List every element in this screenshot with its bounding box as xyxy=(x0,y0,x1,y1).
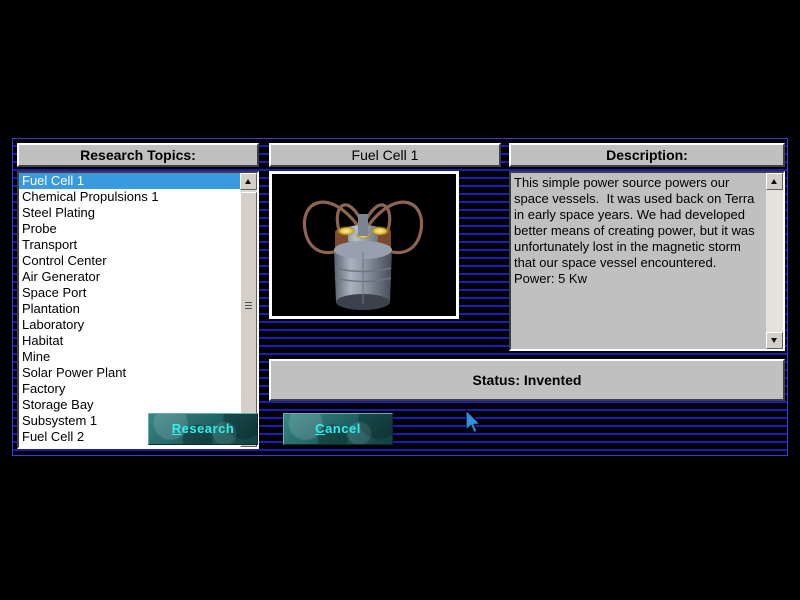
list-item[interactable]: Laboratory xyxy=(19,317,240,333)
status-panel: Status: Invented xyxy=(269,359,785,401)
topics-scroll-up-button[interactable] xyxy=(240,173,257,190)
research-topics-caption: Research Topics: xyxy=(17,143,259,167)
topics-scrollbar-thumb[interactable] xyxy=(240,192,257,420)
grip-icon xyxy=(245,302,252,311)
selected-item-caption: Fuel Cell 1 xyxy=(269,143,501,167)
list-item[interactable]: Space Port xyxy=(19,285,240,301)
research-topics-listbox[interactable]: Fuel Cell 1 Chemical Propulsions 1 Steel P… xyxy=(17,171,259,449)
list-item[interactable]: Control Center xyxy=(19,253,240,269)
topics-scrollbar[interactable] xyxy=(240,173,257,447)
description-scroll-up-button[interactable] xyxy=(766,173,783,190)
list-item[interactable]: Chemical Propulsions 1 xyxy=(19,189,240,205)
list-item[interactable]: Habitat xyxy=(19,333,240,349)
list-item[interactable]: Transport xyxy=(19,237,240,253)
research-button-label: esearch xyxy=(181,421,235,436)
description-panel: This simple power source powers our spac… xyxy=(509,171,785,351)
research-button-accel: R xyxy=(171,421,182,436)
triangle-up-icon xyxy=(245,179,251,184)
list-item[interactable]: Steel Plating xyxy=(19,205,240,221)
research-dialog: Research Topics: Fuel Cell 1 Description… xyxy=(12,138,788,456)
research-button[interactable]: Research xyxy=(148,413,258,445)
description-scroll-down-button[interactable] xyxy=(766,332,783,349)
list-item[interactable]: Probe xyxy=(19,221,240,237)
cancel-button-label: ancel xyxy=(325,421,361,436)
list-item[interactable]: Factory xyxy=(19,381,240,397)
list-item[interactable]: Plantation xyxy=(19,301,240,317)
item-preview-image xyxy=(272,174,456,316)
description-scrollbar[interactable] xyxy=(766,173,783,349)
list-item[interactable]: Air Generator xyxy=(19,269,240,285)
triangle-down-icon xyxy=(771,338,777,343)
list-item[interactable]: Mine xyxy=(19,349,240,365)
description-text: This simple power source powers our spac… xyxy=(514,175,759,286)
research-topics-list[interactable]: Fuel Cell 1 Chemical Propulsions 1 Steel P… xyxy=(19,173,240,447)
cancel-button-accel: C xyxy=(315,421,326,436)
game-screen: Research Topics: Fuel Cell 1 Description… xyxy=(0,0,800,600)
list-item[interactable]: Fuel Cell 1 xyxy=(19,173,240,189)
description-caption: Description: xyxy=(509,143,785,167)
list-item[interactable]: Solar Power Plant xyxy=(19,365,240,381)
item-preview-frame xyxy=(269,171,459,319)
triangle-up-icon xyxy=(771,179,777,184)
cancel-button[interactable]: Cancel xyxy=(283,413,393,445)
fuel-cell-render-icon xyxy=(272,174,456,316)
list-item[interactable]: Storage Bay xyxy=(19,397,240,413)
